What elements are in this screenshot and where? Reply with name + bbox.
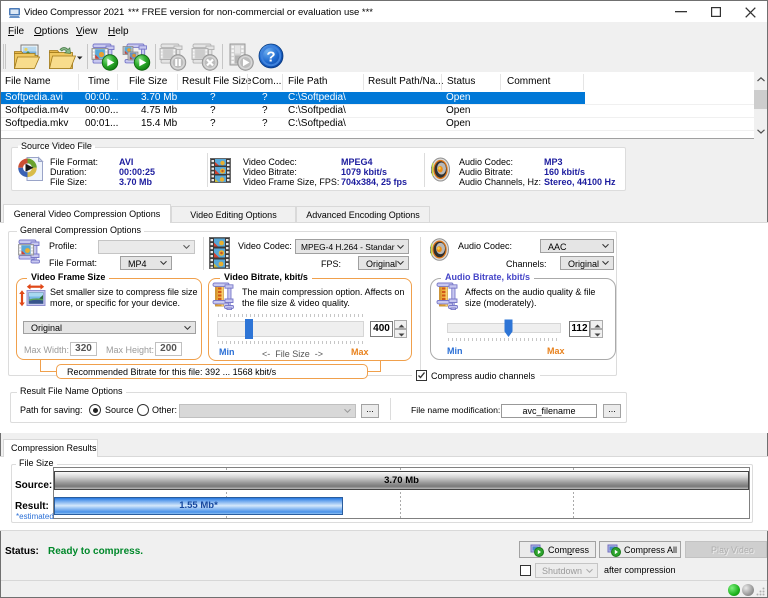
svg-text:?: ?: [266, 48, 275, 65]
